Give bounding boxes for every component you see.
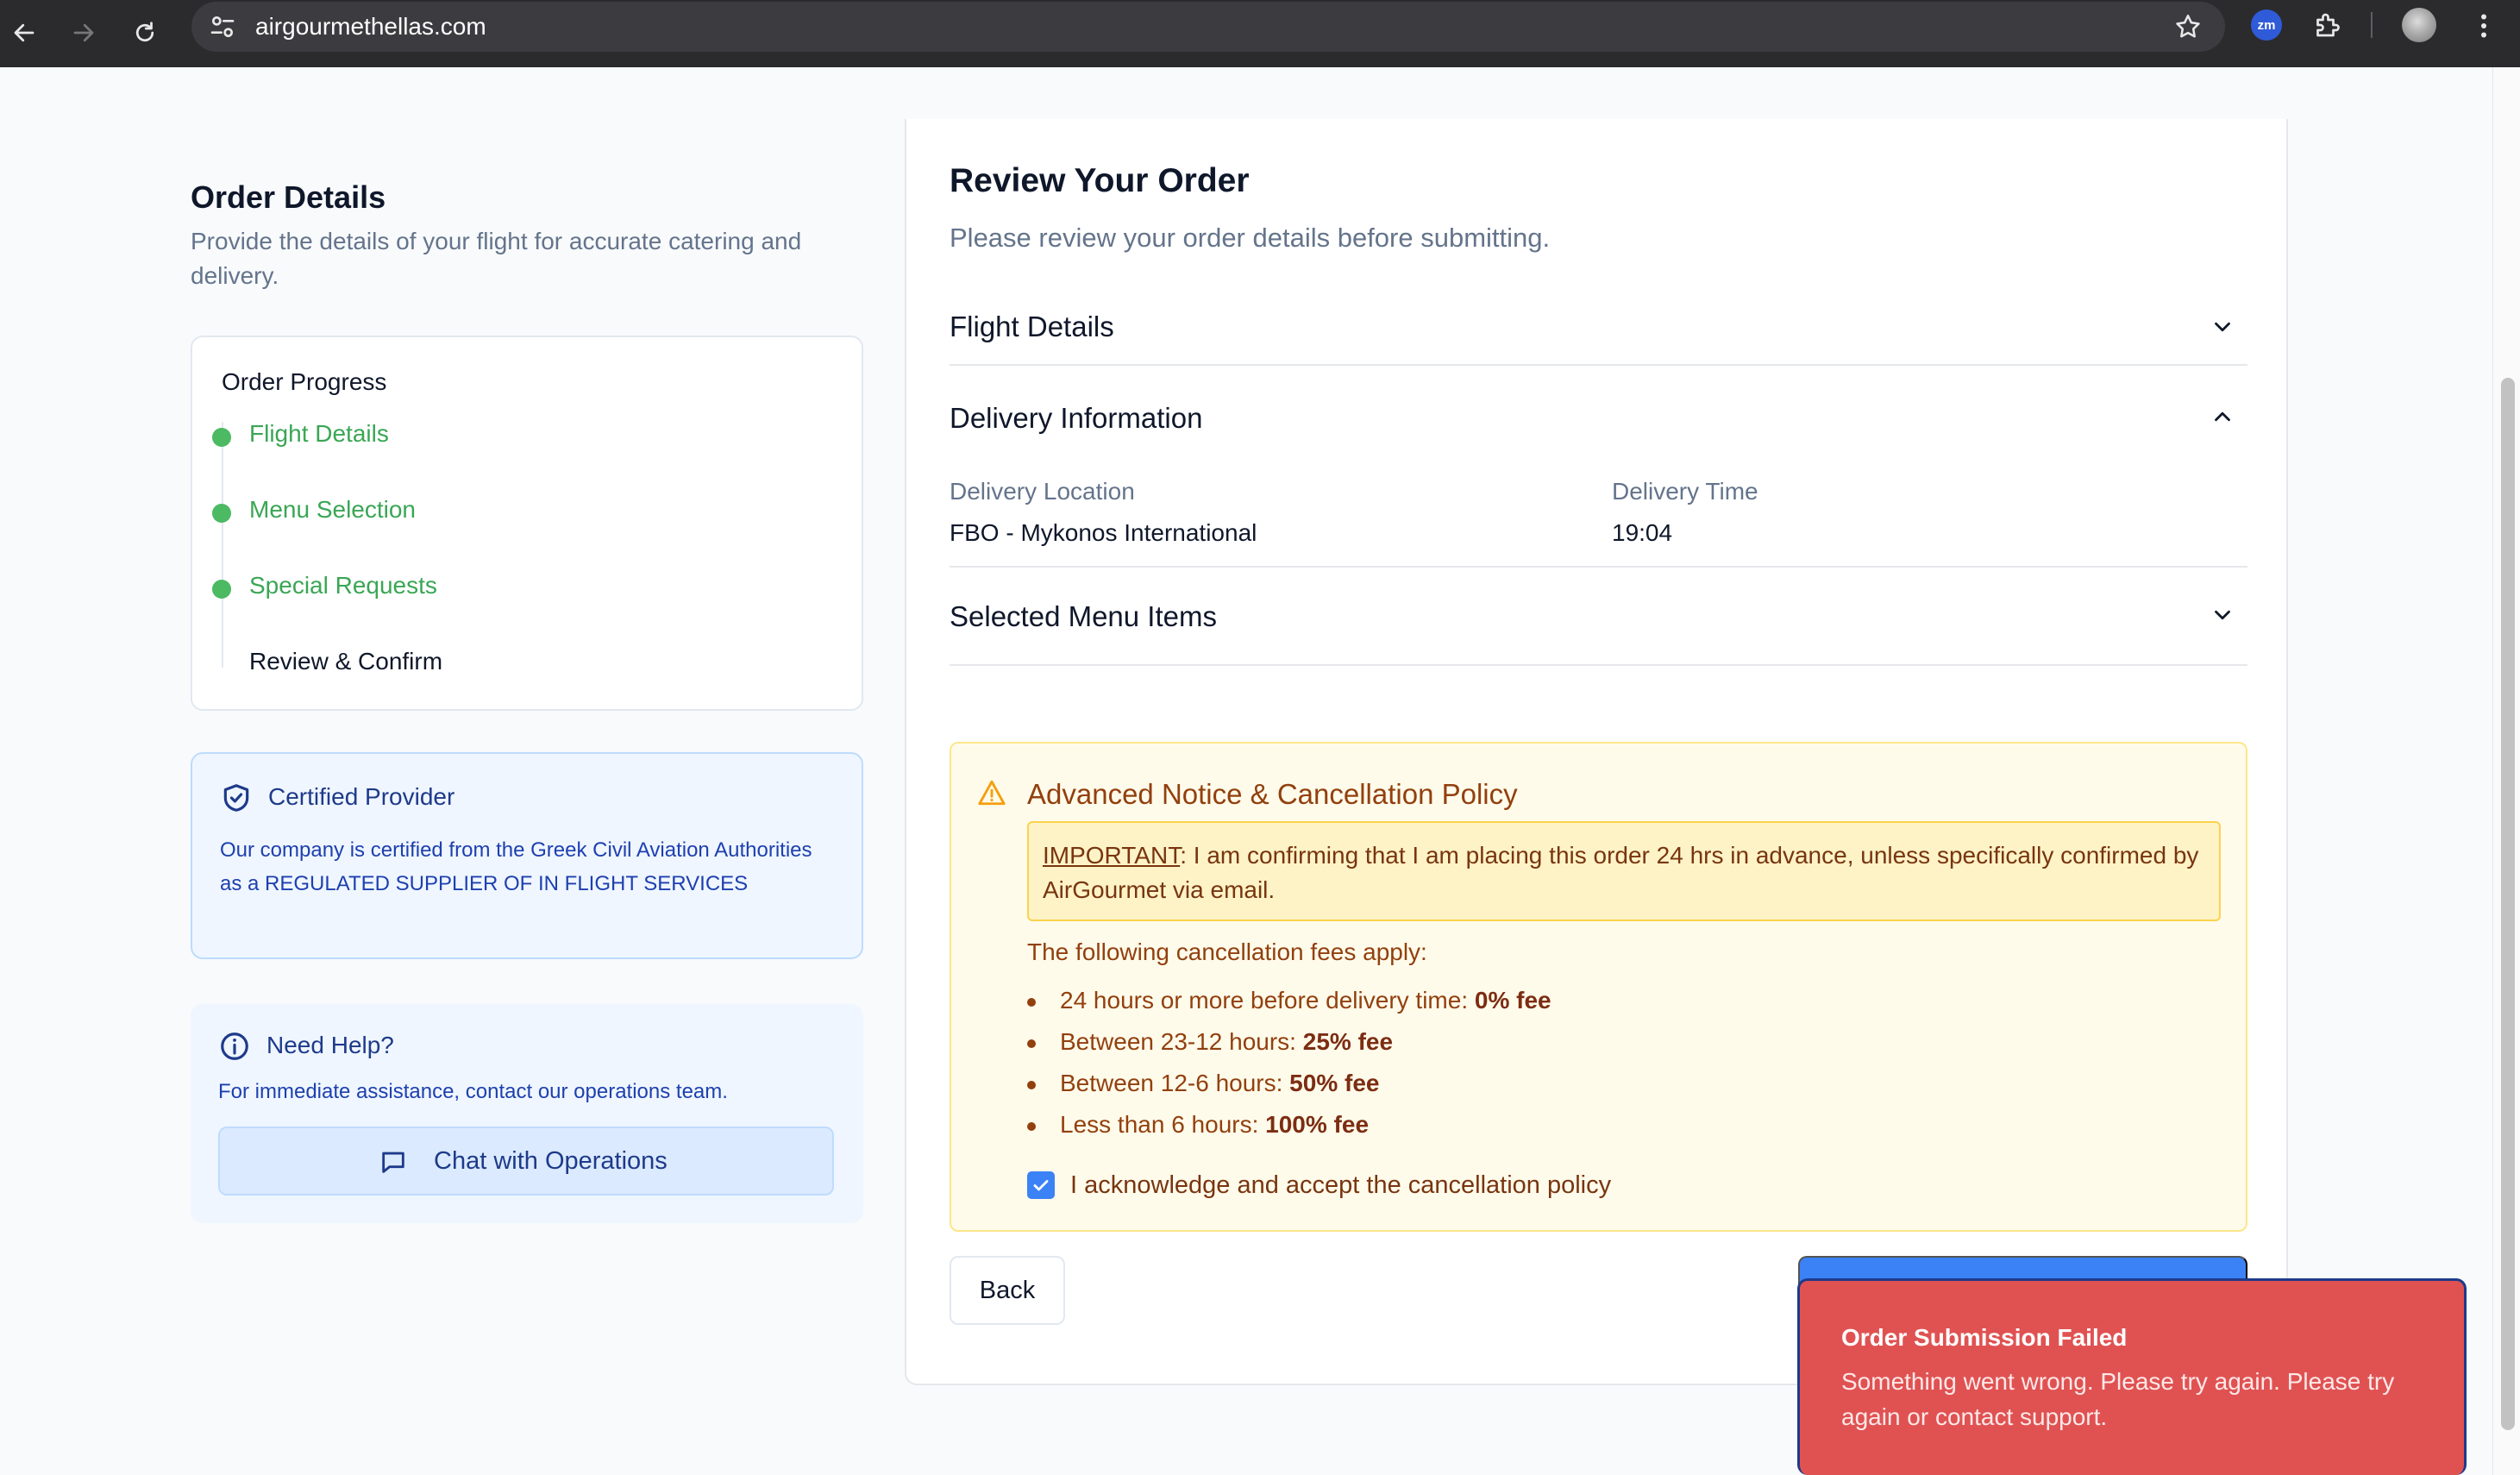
acknowledge-checkbox[interactable]: [1027, 1171, 1055, 1199]
bookmark-star-icon[interactable]: [2173, 12, 2203, 41]
chevron-up-icon[interactable]: [2210, 404, 2235, 430]
need-help-title: Need Help?: [266, 1032, 394, 1058]
sidebar-title: Order Details: [191, 179, 386, 215]
accordion-selected-menu-items[interactable]: Selected Menu Items: [950, 568, 2247, 666]
important-label: IMPORTANT: [1043, 842, 1181, 869]
order-progress-title: Order Progress: [222, 368, 387, 395]
policy-title: Advanced Notice & Cancellation Policy: [1027, 778, 1518, 810]
toast-title: Order Submission Failed: [1841, 1324, 2128, 1351]
delivery-time-value: 19:04: [1612, 519, 1673, 546]
bullet: [1027, 1122, 1036, 1131]
step-label: Review & Confirm: [249, 648, 443, 675]
chat-with-operations-button[interactable]: Chat with Operations: [218, 1127, 834, 1196]
fee-condition: Less than 6 hours:: [1060, 1111, 1266, 1138]
accordion-title: Delivery Information: [950, 402, 1203, 434]
scrollbar-thumb[interactable]: [2501, 378, 2515, 1430]
delivery-location-value: FBO - Mykonos International: [950, 519, 1257, 546]
step-label: Menu Selection: [249, 496, 417, 523]
extensions-puzzle-icon[interactable]: [2311, 9, 2342, 41]
error-toast[interactable]: Order Submission Failed Something went w…: [1797, 1278, 2467, 1475]
browser-toolbar: airgourmethellas.com zm: [0, 0, 2520, 67]
bullet: [1027, 998, 1036, 1007]
info-icon: [221, 1032, 248, 1060]
back-button[interactable]: Back: [950, 1256, 1065, 1325]
toolbar-divider: [2371, 12, 2373, 38]
accordion-flight-details[interactable]: Flight Details: [950, 288, 2247, 366]
fees-intro: The following cancellation fees apply:: [1027, 938, 1427, 965]
chat-bubble-icon: [382, 1152, 404, 1173]
step-complete-dot: [212, 428, 231, 447]
checkmark-icon: [1033, 1180, 1049, 1191]
accordion-delivery-information[interactable]: Delivery Information Delivery Location F…: [950, 366, 2247, 568]
order-progress-card: Order Progress Flight Details Menu Selec…: [191, 336, 863, 711]
step-complete-dot: [212, 504, 231, 523]
review-order-card: Review Your Order Please review your ord…: [905, 119, 2288, 1385]
forward-nav-icon[interactable]: [65, 14, 103, 52]
important-notice: IMPORTANT: I am confirming that I am pla…: [1027, 821, 2221, 921]
certified-body: Our company is certified from the Greek …: [220, 838, 812, 895]
fee-condition: Between 23-12 hours:: [1060, 1028, 1303, 1055]
address-bar[interactable]: airgourmethellas.com: [191, 2, 2225, 52]
more-menu-icon[interactable]: [2468, 9, 2499, 43]
certified-title: Certified Provider: [268, 783, 455, 810]
shield-check-icon: [223, 784, 249, 812]
fee-amount: 100% fee: [1265, 1111, 1370, 1138]
step-label: Special Requests: [249, 572, 437, 599]
review-title: Review Your Order: [950, 162, 1250, 199]
step-label: Flight Details: [249, 420, 389, 447]
delivery-location-label: Delivery Location: [950, 478, 1135, 505]
acknowledge-label[interactable]: I acknowledge and accept the cancellatio…: [1070, 1171, 1611, 1200]
fee-condition: Between 12-6 hours:: [1060, 1070, 1290, 1096]
fee-amount: 50% fee: [1289, 1070, 1380, 1096]
accordion-title: Selected Menu Items: [950, 600, 1217, 632]
progress-line: [222, 422, 223, 668]
reload-icon[interactable]: [126, 14, 164, 52]
certified-provider-card: Certified Provider Our company is certif…: [191, 752, 863, 959]
fee-condition: 24 hours or more before delivery time:: [1060, 987, 1475, 1014]
bullet: [1027, 1039, 1036, 1048]
url-text[interactable]: airgourmethellas.com: [255, 13, 486, 41]
accordion-title: Flight Details: [950, 311, 1114, 342]
need-help-body: For immediate assistance, contact our op…: [218, 1080, 728, 1103]
chat-button-label: Chat with Operations: [434, 1147, 668, 1175]
back-nav-icon[interactable]: [5, 14, 43, 52]
toast-message: Something went wrong. Please try again. …: [1841, 1368, 2395, 1430]
step-review-confirm[interactable]: Review & Confirm: [249, 648, 442, 675]
important-text: : I am confirming that I am placing this…: [1043, 842, 2199, 903]
zoom-extension-icon[interactable]: zm: [2251, 9, 2282, 41]
fee-amount: 25% fee: [1302, 1028, 1394, 1055]
cancellation-policy-box: Advanced Notice & Cancellation Policy IM…: [950, 742, 2247, 1232]
chevron-down-icon[interactable]: [2210, 602, 2235, 628]
fee-amount: 0% fee: [1474, 987, 1551, 1014]
step-flight-details[interactable]: Flight Details: [212, 420, 389, 448]
step-menu-selection[interactable]: Menu Selection: [212, 496, 417, 524]
sidebar-subtitle: Provide the details of your flight for a…: [191, 228, 802, 289]
step-special-requests[interactable]: Special Requests: [212, 572, 437, 599]
page-content: Order Details Provide the details of you…: [0, 67, 2492, 1475]
chevron-down-icon[interactable]: [2210, 314, 2235, 340]
warning-triangle-icon: [978, 780, 1006, 806]
page-scrollbar[interactable]: [2492, 67, 2520, 1475]
need-help-card: Need Help? For immediate assistance, con…: [191, 1004, 863, 1223]
delivery-time-label: Delivery Time: [1612, 478, 1758, 505]
step-complete-dot: [212, 580, 231, 599]
bullet: [1027, 1081, 1036, 1089]
profile-avatar[interactable]: [2402, 8, 2436, 42]
site-settings-icon[interactable]: [209, 13, 236, 41]
review-subtitle: Please review your order details before …: [950, 223, 1551, 253]
